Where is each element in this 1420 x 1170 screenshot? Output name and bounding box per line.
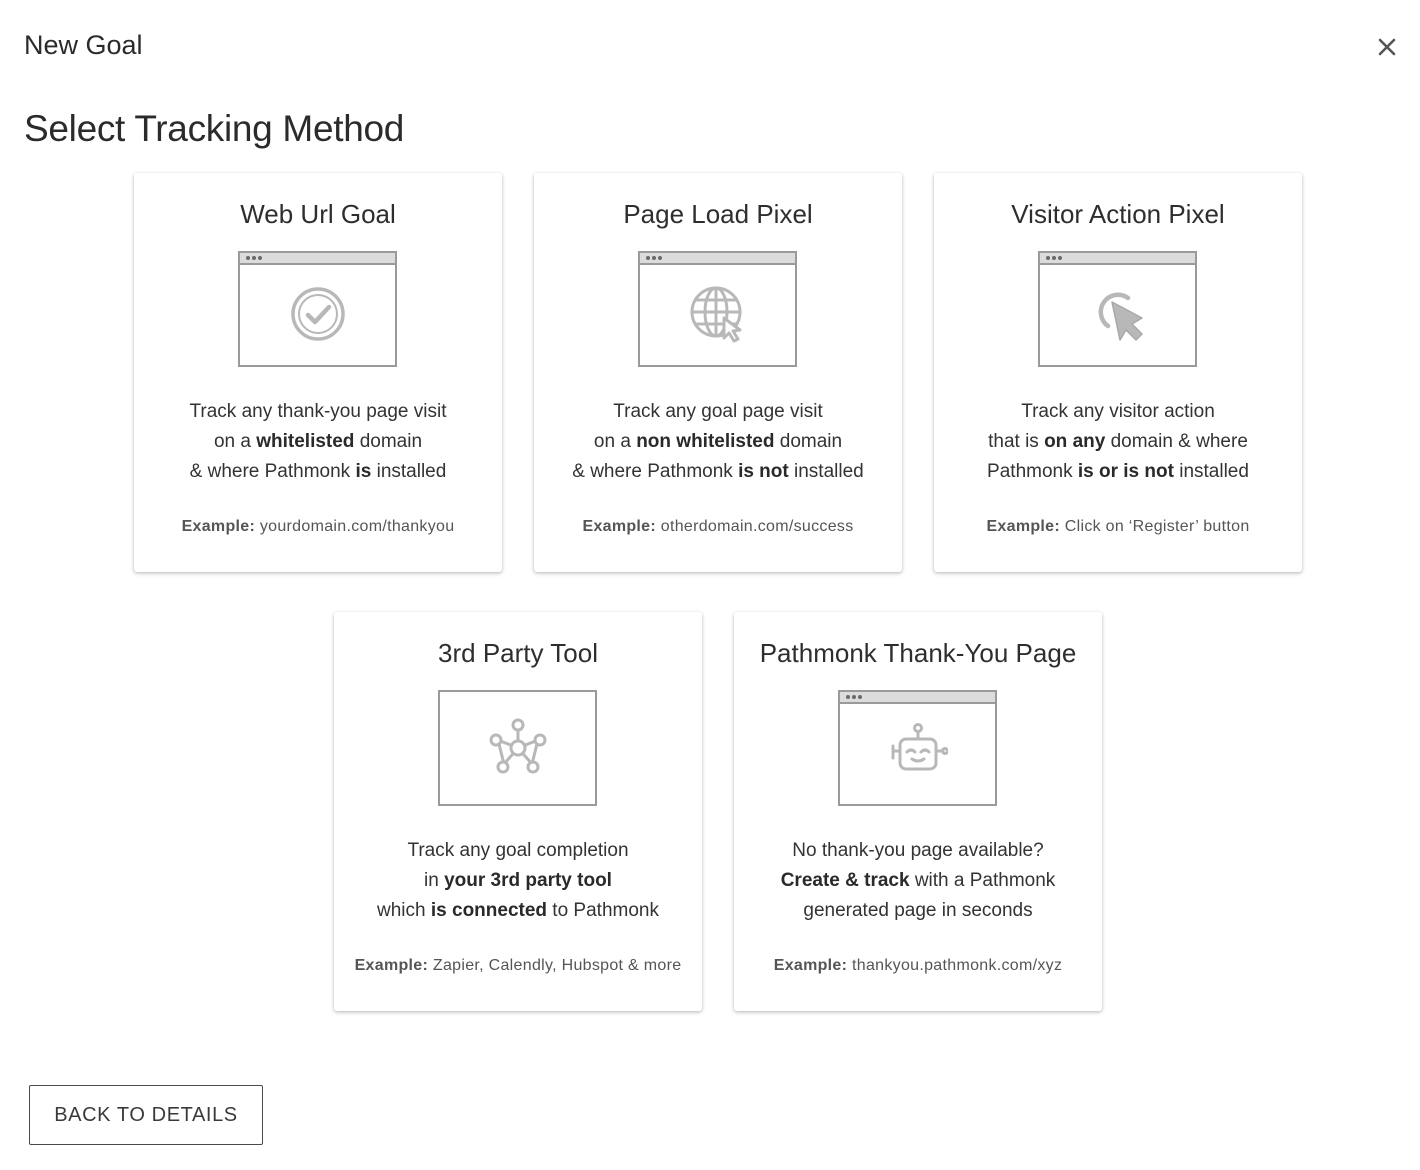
description-line: that is on any domain & where: [988, 431, 1248, 452]
card-title: Web Url Goal: [240, 199, 396, 229]
card-description: Track any goal page visit on a non whitel…: [544, 397, 892, 487]
description-line: on a non whitelisted domain: [593, 431, 843, 452]
description-line: Pathmonk is or is not installed: [987, 461, 1249, 482]
card-title: Visitor Action Pixel: [1011, 199, 1225, 229]
card-example: Example: yourdomain.com/thankyou: [181, 518, 455, 535]
card-title: Page Load Pixel: [623, 199, 813, 229]
back-to-details-button[interactable]: BACK TO DETAILS: [29, 1085, 263, 1145]
card-web-url-goal[interactable]: Web Url Goal Track any thank-you page vi…: [134, 173, 502, 572]
browser-illustration: [638, 251, 797, 367]
description-line: & where Pathmonk is installed: [189, 461, 447, 482]
card-example: Example: Click on ‘Register’ button: [986, 518, 1250, 535]
description-line: Track any goal page visit: [613, 401, 823, 422]
browser-illustration: [238, 251, 397, 367]
dialog-title: New Goal: [24, 30, 143, 60]
card-pathmonk-thank-you-page[interactable]: Pathmonk Thank-You Page No thank-you pag…: [734, 612, 1102, 1011]
click-cursor-icon: [1098, 292, 1143, 341]
description-line: Track any visitor action: [1021, 401, 1215, 422]
close-icon[interactable]: [1374, 34, 1400, 60]
description-line: generated page in seconds: [803, 900, 1033, 921]
card-3rd-party-tool[interactable]: 3rd Party Tool Track any goal completion…: [334, 612, 702, 1011]
page-title: Select Tracking Method: [24, 108, 405, 149]
globe-cursor-icon: [690, 286, 741, 343]
network-hub-icon: [489, 718, 546, 774]
description-line: & where Pathmonk is not installed: [572, 461, 864, 482]
description-line: No thank-you page available?: [792, 840, 1044, 861]
card-description: Track any visitor action that is on any d…: [944, 397, 1292, 487]
card-title: 3rd Party Tool: [438, 638, 598, 668]
card-page-load-pixel[interactable]: Page Load Pixel Track any goal page visi…: [534, 173, 902, 572]
card-example: Example: otherdomain.com/success: [582, 518, 854, 535]
card-visitor-action-pixel[interactable]: Visitor Action Pixel Track any visitor a…: [934, 173, 1302, 572]
description-line: which is connected to Pathmonk: [377, 900, 659, 921]
description-line: Track any goal completion: [407, 840, 629, 861]
card-title: Pathmonk Thank-You Page: [759, 638, 1077, 668]
card-description: No thank-you page available? Create & tra…: [744, 836, 1092, 926]
browser-illustration: [1038, 251, 1197, 367]
description-line: in your 3rd party tool: [424, 870, 612, 891]
card-description: Track any goal completion in your 3rd par…: [344, 836, 692, 926]
description-line: Track any thank-you page visit: [189, 401, 447, 422]
browser-illustration: [438, 690, 597, 806]
description-line: on a whitelisted domain: [213, 431, 423, 452]
check-circle-icon: [290, 287, 345, 341]
description-line: Create & track with a Pathmonk: [780, 870, 1056, 891]
card-description: Track any thank-you page visit on a white…: [144, 397, 492, 487]
card-example: Example: thankyou.pathmonk.com/xyz: [773, 957, 1063, 974]
robot-icon: [891, 723, 948, 771]
browser-illustration: [838, 690, 997, 806]
card-example: Example: Zapier, Calendly, Hubspot & mor…: [354, 957, 682, 974]
